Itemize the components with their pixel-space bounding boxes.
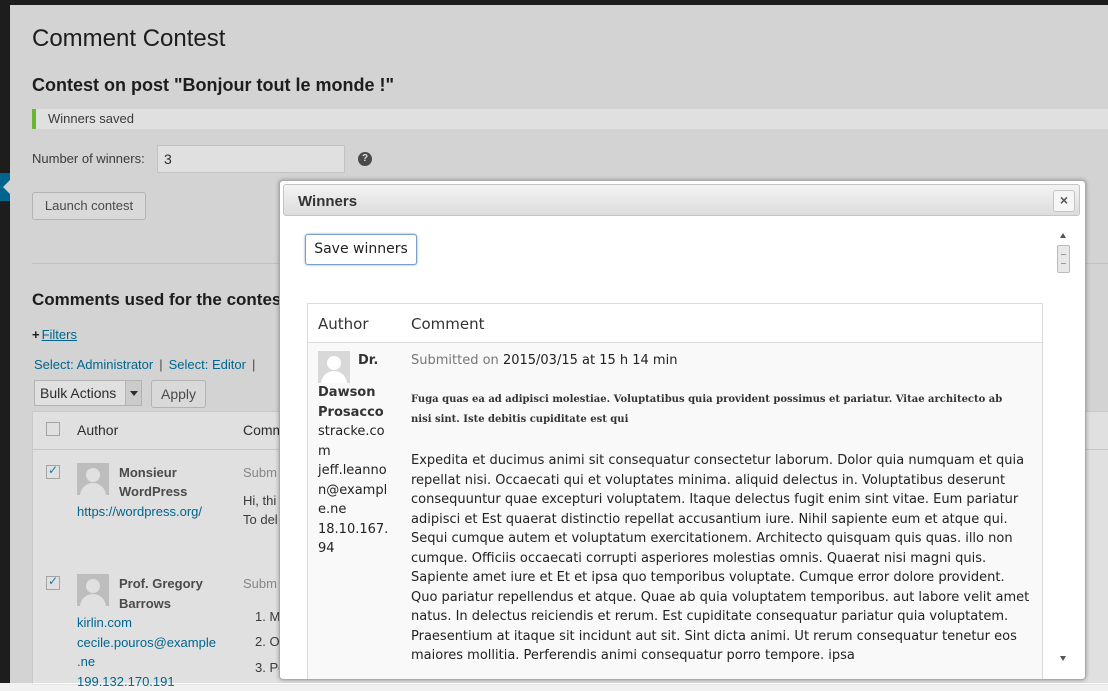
- winner-email: jeff.leanno: [318, 463, 387, 478]
- winner-name: Prosacco: [318, 404, 384, 420]
- winner-ip: 18.10.167.: [318, 521, 389, 537]
- submitted-date: 2015/03/15 at 15 h 14 min: [502, 353, 678, 368]
- winner-email: n@exampl: [318, 482, 388, 498]
- winner-comment-body: Expedita et ducimus animi sit consequatu…: [411, 453, 1030, 663]
- winner-site: m: [318, 443, 331, 459]
- winner-author-cell: Dr. Dawson Prosacco stracke.co m jeff.le…: [318, 351, 398, 559]
- winners-table: Author Comment Dr. Dawson Prosacco strac…: [307, 303, 1043, 679]
- close-icon[interactable]: ×: [1053, 190, 1075, 212]
- winners-dialog: Winners × Save winners Author Comment Dr…: [279, 180, 1086, 680]
- dialog-scrollbar[interactable]: [1057, 229, 1070, 665]
- winner-comment-title: Fuga quas ea ad adipisci molestiae. Volu…: [411, 394, 1003, 425]
- winner-name: Dawson: [318, 385, 376, 400]
- winner-row: Dr. Dawson Prosacco stracke.co m jeff.le…: [308, 343, 1042, 679]
- dialog-titlebar[interactable]: Winners ×: [283, 184, 1080, 216]
- winners-table-header: Author Comment: [308, 304, 1042, 343]
- winners-comment-header: Comment: [411, 315, 485, 333]
- winner-ip: 94: [318, 541, 335, 556]
- winner-site: stracke.co: [318, 424, 385, 439]
- winner-submitted: Submitted on 2015/03/15 at 15 h 14 min: [411, 353, 677, 368]
- submitted-label: Submitted on: [411, 353, 499, 368]
- scroll-down-icon[interactable]: [1060, 656, 1066, 661]
- winners-author-header: Author: [318, 315, 369, 333]
- save-winners-button[interactable]: Save winners: [305, 234, 417, 265]
- dialog-title: Winners: [298, 193, 358, 210]
- scroll-thumb[interactable]: [1057, 245, 1070, 273]
- winner-email: e.ne: [318, 502, 347, 517]
- scroll-up-icon[interactable]: [1060, 233, 1066, 238]
- avatar: [318, 351, 350, 383]
- winner-name: Dr.: [358, 353, 379, 368]
